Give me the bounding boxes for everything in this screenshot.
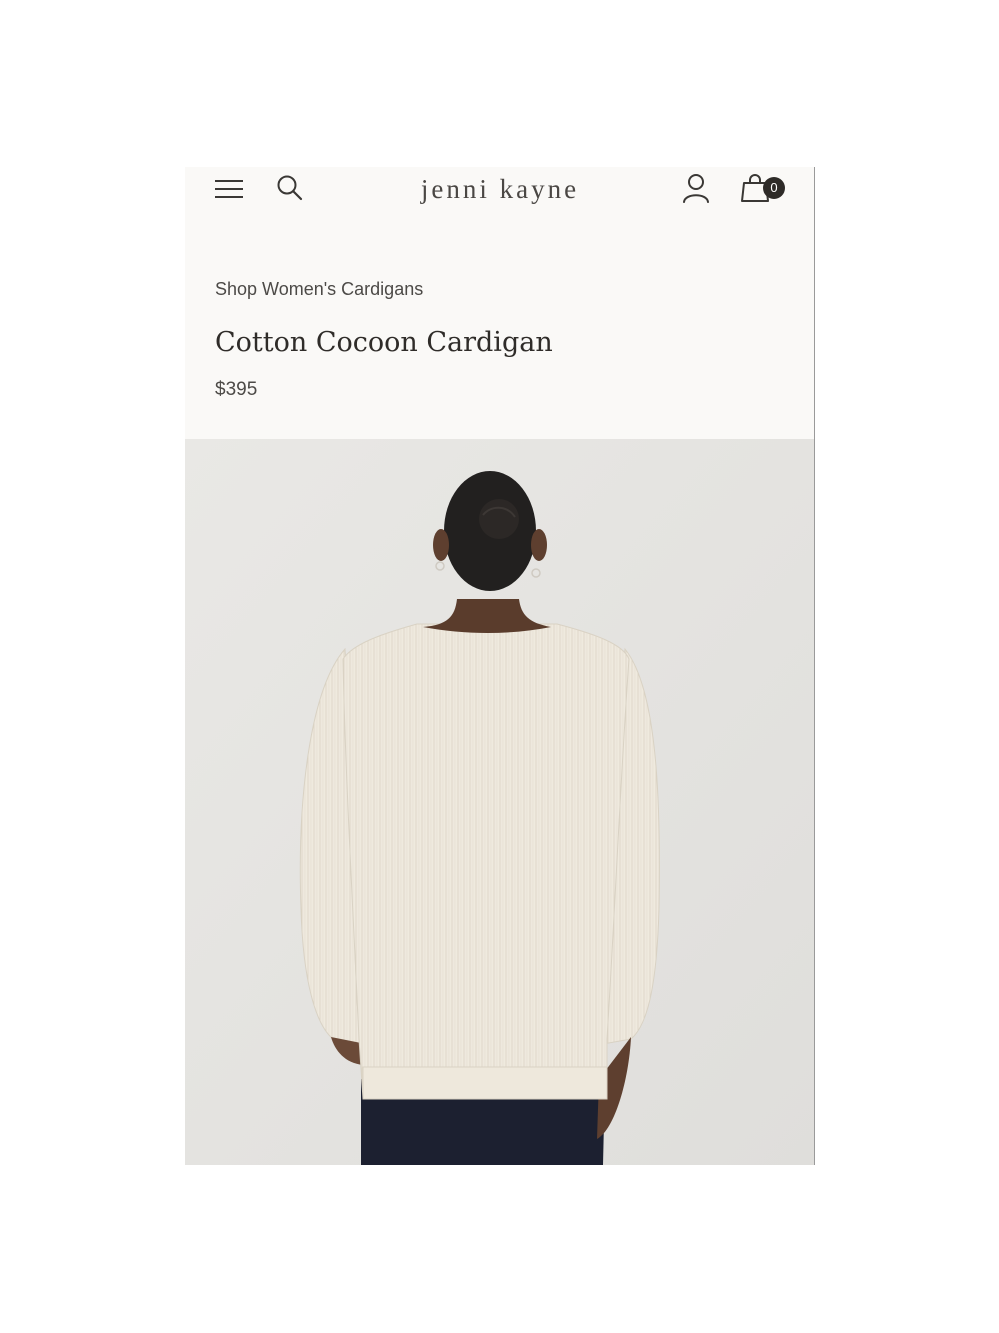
breadcrumb[interactable]: Shop Women's Cardigans: [215, 278, 423, 300]
product-title: Cotton Cocoon Cardigan: [215, 327, 553, 358]
hamburger-menu-icon[interactable]: [214, 177, 244, 201]
cardigan-hem: [362, 1066, 608, 1100]
cardigan-back: [342, 623, 630, 1100]
product-price: $395: [215, 379, 258, 400]
mobile-screen: jenni kayne 0 Shop Women's Cardigans Cot…: [185, 167, 815, 1165]
cart-count-badge[interactable]: 0: [763, 177, 785, 199]
brand-logo[interactable]: jenni kayne: [365, 172, 635, 206]
search-icon[interactable]: [276, 174, 304, 202]
hair-bun: [479, 499, 519, 539]
product-photo[interactable]: [185, 439, 814, 1165]
account-icon[interactable]: [682, 173, 710, 203]
site-header: jenni kayne 0: [185, 167, 814, 211]
